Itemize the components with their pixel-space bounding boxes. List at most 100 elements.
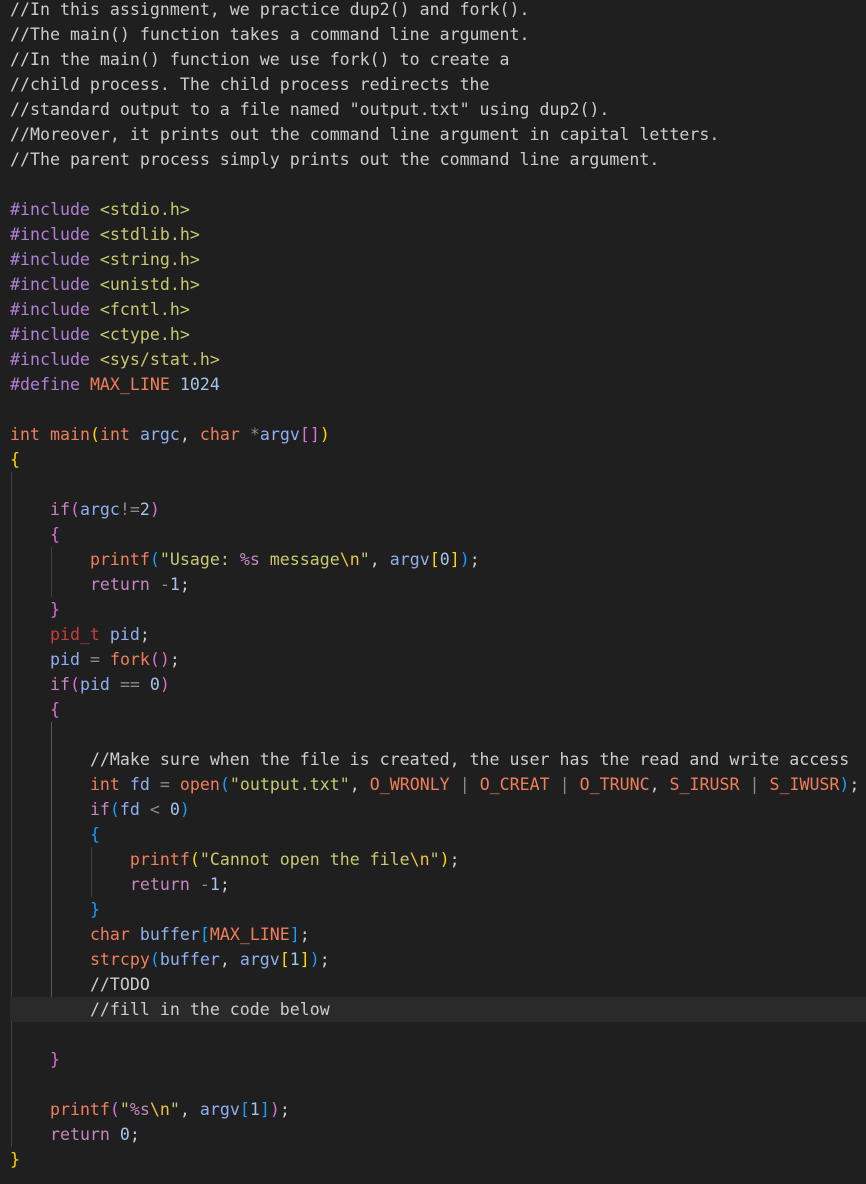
code-line[interactable]: //fill in the code below: [10, 997, 330, 1022]
code-line[interactable]: if(fd < 0): [10, 797, 190, 822]
code-token: ": [429, 850, 440, 869]
code-token: MAX_LINE: [89, 375, 170, 394]
code-line[interactable]: }: [10, 1147, 20, 1172]
code-line[interactable]: printf("%s\n", argv[1]);: [10, 1097, 290, 1122]
code-line[interactable]: #include <ctype.h>: [10, 322, 190, 347]
code-line[interactable]: //child process. The child process redir…: [10, 72, 490, 97]
code-token: |: [749, 775, 760, 794]
code-token: {: [89, 825, 100, 844]
code-token: }: [89, 900, 100, 919]
code-token: ): [839, 775, 850, 794]
code-editor[interactable]: //In this assignment, we practice dup2()…: [0, 0, 866, 1184]
code-line[interactable]: {: [10, 522, 60, 547]
code-token: (: [149, 550, 160, 569]
code-line[interactable]: #define MAX_LINE 1024: [10, 372, 220, 397]
code-line[interactable]: #include <sys/stat.h>: [10, 347, 220, 372]
code-line[interactable]: //standard output to a file named "outpu…: [10, 97, 609, 122]
code-token: 1: [209, 875, 220, 894]
code-line[interactable]: #include <stdlib.h>: [10, 222, 200, 247]
code-line[interactable]: //Moreover, it prints out the command li…: [10, 122, 719, 147]
code-line[interactable]: //In the main() function we use fork() t…: [10, 47, 510, 72]
code-line[interactable]: printf("Usage: %s message\n", argv[0]);: [10, 547, 480, 572]
code-line[interactable]: //TODO: [10, 972, 150, 997]
code-token: (: [69, 675, 80, 694]
code-token: {: [10, 450, 20, 469]
code-token: if: [49, 675, 70, 694]
code-line[interactable]: }: [10, 597, 60, 622]
code-token: ): [149, 500, 160, 519]
code-token: ": [169, 1100, 180, 1119]
code-line[interactable]: #include <stdio.h>: [10, 197, 190, 222]
code-token: <string.h>: [99, 250, 200, 269]
code-token: ]: [289, 925, 300, 944]
code-token: <unistd.h>: [99, 275, 200, 294]
code-token: //The main() function takes a command li…: [10, 25, 530, 44]
code-token: <stdio.h>: [99, 200, 190, 219]
code-token: buffer: [159, 950, 220, 969]
code-token: \n: [409, 850, 430, 869]
code-token: return: [89, 575, 150, 594]
code-line[interactable]: #include <string.h>: [10, 247, 200, 272]
code-token: fork: [109, 650, 150, 669]
code-line[interactable]: strcpy(buffer, argv[1]);: [10, 947, 330, 972]
code-token: |: [559, 775, 570, 794]
code-token: if: [89, 800, 110, 819]
code-token: strcpy: [89, 950, 150, 969]
code-line[interactable]: pid_t pid;: [10, 622, 150, 647]
code-token: return: [129, 875, 190, 894]
code-line[interactable]: {: [10, 697, 60, 722]
code-token: #include: [10, 275, 100, 294]
code-line[interactable]: //In this assignment, we practice dup2()…: [10, 0, 530, 22]
code-line[interactable]: }: [10, 897, 100, 922]
code-token: [: [199, 925, 210, 944]
code-token: //In this assignment, we practice dup2()…: [10, 0, 530, 19]
code-token: return: [49, 1125, 110, 1144]
code-line[interactable]: char buffer[MAX_LINE];: [10, 922, 310, 947]
code-token: ,: [179, 1100, 200, 1119]
code-line[interactable]: {: [10, 822, 100, 847]
code-line[interactable]: //The parent process simply prints out t…: [10, 147, 659, 172]
code-token: {: [49, 525, 60, 544]
code-line[interactable]: #include <fcntl.h>: [10, 297, 190, 322]
code-line[interactable]: return 0;: [10, 1122, 140, 1147]
code-line[interactable]: #include <unistd.h>: [10, 272, 200, 297]
code-token: #include: [10, 250, 100, 269]
code-line[interactable]: pid = fork();: [10, 647, 180, 672]
code-token: argv: [389, 550, 430, 569]
code-line[interactable]: if(pid == 0): [10, 672, 170, 697]
code-token: //child process. The child process redir…: [10, 75, 490, 94]
code-line[interactable]: if(argc!=2): [10, 497, 160, 522]
code-token: MAX_LINE: [209, 925, 290, 944]
code-token: ;: [469, 550, 480, 569]
code-line[interactable]: int main(int argc, char *argv[]): [10, 422, 330, 447]
code-token: #define: [10, 375, 90, 394]
code-line[interactable]: return -1;: [10, 872, 230, 897]
code-line[interactable]: }: [10, 1047, 60, 1072]
code-line[interactable]: //Make sure when the file is created, th…: [10, 747, 849, 772]
code-line[interactable]: {: [10, 447, 20, 472]
code-line[interactable]: //The main() function takes a command li…: [10, 22, 530, 47]
code-token: pid: [109, 625, 140, 644]
code-token: ): [269, 1100, 280, 1119]
code-token: ;: [319, 950, 330, 969]
code-token: ;: [169, 650, 180, 669]
code-line[interactable]: int fd = open("output.txt", O_WRONLY | O…: [10, 772, 859, 797]
code-token: "Cannot open the file: [199, 850, 410, 869]
code-token: S_IWUSR: [769, 775, 840, 794]
code-token: "Usage:: [159, 550, 240, 569]
code-token: printf: [49, 1100, 110, 1119]
code-token: [: [279, 950, 290, 969]
code-token: ;: [179, 575, 190, 594]
code-line[interactable]: printf("Cannot open the file\n");: [10, 847, 460, 872]
code-line[interactable]: return -1;: [10, 572, 190, 597]
code-token: fd: [129, 775, 150, 794]
